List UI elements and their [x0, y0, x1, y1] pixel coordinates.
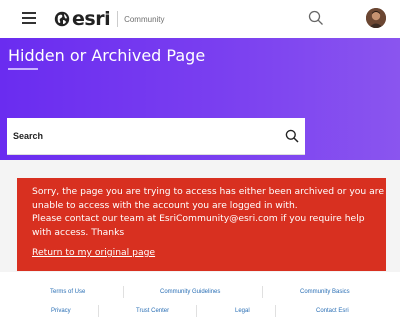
search-icon[interactable] — [308, 10, 324, 31]
footer-divider — [98, 305, 99, 317]
search-button[interactable] — [285, 129, 299, 148]
globe-icon — [54, 11, 70, 27]
return-link[interactable]: Return to my original page — [32, 246, 155, 260]
footer-divider — [275, 305, 276, 317]
logo-divider — [117, 11, 119, 27]
footer: Terms of Use Community Guidelines Commun… — [0, 272, 400, 324]
page-title: Hidden or Archived Page — [8, 46, 206, 65]
title-underline — [8, 68, 38, 70]
error-text-line2: Please contact our team at EsriCommunity… — [32, 213, 365, 238]
footer-link-legal[interactable]: Legal — [235, 308, 250, 314]
hamburger-menu-icon[interactable] — [22, 12, 36, 24]
esri-logo[interactable]: esri Community — [54, 8, 165, 30]
user-avatar[interactable] — [366, 8, 386, 28]
search-input[interactable] — [7, 118, 277, 154]
footer-link-trust[interactable]: Trust Center — [136, 308, 169, 314]
logo-community-label: Community — [124, 14, 165, 24]
search-icon — [285, 129, 299, 143]
footer-divider — [123, 286, 124, 298]
error-message-box: Sorry, the page you are trying to access… — [17, 178, 386, 271]
footer-link-terms[interactable]: Terms of Use — [50, 289, 85, 295]
search-bar — [7, 118, 305, 154]
footer-divider — [262, 286, 263, 298]
footer-link-contact[interactable]: Contact Esri — [316, 308, 349, 314]
footer-divider — [196, 305, 197, 317]
error-text-line1: Sorry, the page you are trying to access… — [32, 186, 385, 211]
logo-text: esri — [72, 8, 111, 30]
footer-link-basics[interactable]: Community Basics — [300, 289, 350, 295]
top-nav-bar: esri Community — [0, 0, 400, 38]
footer-link-privacy[interactable]: Privacy — [51, 308, 71, 314]
search-divider — [7, 154, 305, 155]
footer-link-guidelines[interactable]: Community Guidelines — [160, 289, 220, 295]
